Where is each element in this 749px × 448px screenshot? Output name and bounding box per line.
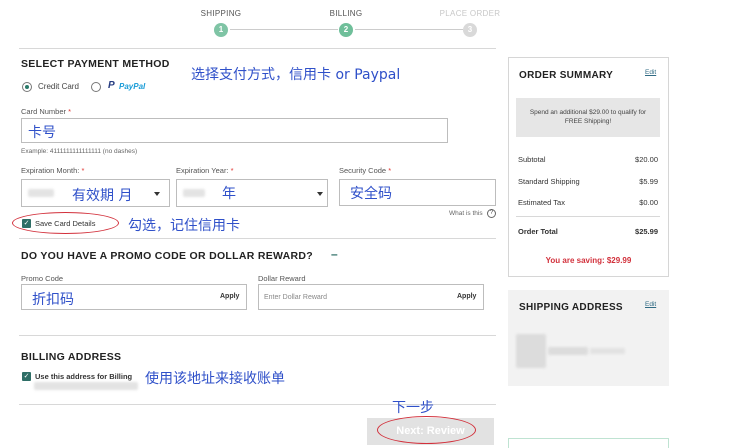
free-shipping-banner: Spend an additional $29.00 to qualify fo… <box>516 98 660 137</box>
collapse-toggle-icon[interactable]: – <box>331 247 338 261</box>
step-place-order-label: PLACE ORDER <box>439 9 501 18</box>
card-number-label: Card Number * <box>21 107 72 116</box>
security-code-value: 安全码 <box>350 186 392 202</box>
reward-apply-button[interactable]: Apply <box>457 293 476 300</box>
help-icon[interactable]: ? <box>487 209 496 218</box>
use-shipping-address-checkbox[interactable]: ✓ <box>22 372 31 381</box>
expiration-month-value: 有效期 月 <box>72 188 133 204</box>
promo-code-input[interactable]: 折扣码 Apply <box>21 284 247 310</box>
blurred-address <box>590 348 625 354</box>
credit-card-radio[interactable] <box>22 82 32 92</box>
chevron-down-icon <box>154 192 160 196</box>
step-billing-circle: 2 <box>339 23 353 37</box>
summary-row-tax: Estimated Tax $0.00 <box>518 198 658 207</box>
section-divider <box>19 48 496 49</box>
section-divider <box>19 238 496 239</box>
security-code-label: Security Code * <box>339 166 392 175</box>
section-divider <box>19 335 496 336</box>
paypal-logo-icon: P <box>108 80 115 91</box>
paypal-label: PayPal <box>119 82 146 91</box>
blurred-value <box>183 189 205 197</box>
paypal-radio[interactable] <box>91 82 101 92</box>
step-shipping-label: SHIPPING <box>200 9 242 18</box>
step-shipping-circle[interactable]: 1 <box>214 23 228 37</box>
dollar-reward-placeholder: Enter Dollar Reward <box>264 294 328 301</box>
promo-title: DO YOU HAVE A PROMO CODE OR DOLLAR REWAR… <box>21 250 314 262</box>
billing-annotation: 使用该地址来接收账单 <box>145 371 285 387</box>
expiration-year-select[interactable]: 年 <box>176 179 328 207</box>
chevron-down-icon <box>317 192 323 196</box>
promo-code-value: 折扣码 <box>32 292 74 308</box>
credit-card-label: Credit Card <box>38 82 79 91</box>
annotation-ellipse <box>12 212 119 234</box>
dollar-reward-label: Dollar Reward <box>258 274 306 283</box>
security-code-input[interactable]: 安全码 <box>339 179 496 206</box>
card-number-value: 卡号 <box>28 125 56 141</box>
summary-row-shipping: Standard Shipping $5.99 <box>518 177 658 186</box>
summary-row-total: Order Total $25.99 <box>518 227 658 236</box>
expiration-month-select[interactable]: 有效期 月 <box>21 179 170 207</box>
blurred-address <box>516 334 546 368</box>
expiration-month-label: Expiration Month: * <box>21 166 85 175</box>
payment-annotation: 选择支付方式，信用卡 or Paypal <box>191 67 401 83</box>
order-summary-panel <box>508 57 669 277</box>
blurred-value <box>28 189 54 197</box>
save-card-annotation: 勾选，记住信用卡 <box>128 218 240 234</box>
billing-address-title: BILLING ADDRESS <box>21 351 122 363</box>
order-summary-edit-link[interactable]: Edit <box>645 69 656 76</box>
annotation-ellipse <box>377 416 476 444</box>
shipping-address-title: SHIPPING ADDRESS <box>519 302 623 313</box>
next-annotation: 下一步 <box>392 400 434 416</box>
use-shipping-address-label: Use this address for Billing <box>35 372 133 381</box>
saving-text: You are saving: $29.99 <box>545 256 632 265</box>
shipping-address-edit-link[interactable]: Edit <box>645 301 656 308</box>
next-panel-edge <box>508 438 669 448</box>
promo-apply-button[interactable]: Apply <box>220 293 239 300</box>
expiration-year-value: 年 <box>222 186 236 202</box>
card-number-example: Example: 4111111111111111 (no dashes) <box>21 148 138 155</box>
step-billing-label: BILLING <box>329 9 363 18</box>
security-code-help-link[interactable]: What is this <box>449 210 483 217</box>
blurred-address <box>548 347 588 355</box>
expiration-year-label: Expiration Year: * <box>176 166 234 175</box>
summary-divider <box>516 216 660 217</box>
dollar-reward-input[interactable]: Enter Dollar Reward Apply <box>258 284 484 310</box>
step-connector <box>230 29 338 30</box>
order-summary-title: ORDER SUMMARY <box>519 70 614 81</box>
payment-method-title: SELECT PAYMENT METHOD <box>21 58 170 70</box>
blurred-address <box>34 382 138 390</box>
promo-code-label: Promo Code <box>21 274 64 283</box>
card-number-input[interactable]: 卡号 <box>21 118 448 143</box>
summary-row-subtotal: Subtotal $20.00 <box>518 155 658 164</box>
step-connector <box>355 29 463 30</box>
step-place-order-circle: 3 <box>463 23 477 37</box>
